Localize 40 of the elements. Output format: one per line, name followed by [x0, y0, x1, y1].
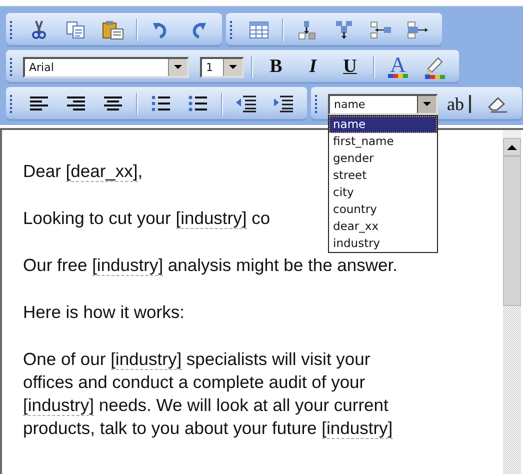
eraser-icon — [487, 95, 509, 113]
clipboard-icon — [102, 20, 124, 40]
font-color-button[interactable]: A — [382, 53, 414, 81]
dropdown-option[interactable]: gender — [329, 150, 437, 166]
insert-column-right-icon — [407, 21, 429, 39]
split-cells-icon — [335, 20, 353, 40]
paragraph: Here is how it works: — [23, 301, 186, 324]
numbered-list-icon — [151, 95, 171, 113]
color-bar-icon — [388, 74, 408, 78]
align-right-icon — [66, 96, 86, 112]
underline-button[interactable]: U — [334, 53, 366, 81]
dropdown-option[interactable]: city — [329, 184, 437, 200]
dropdown-option[interactable]: first_name — [329, 132, 437, 150]
dropdown-option[interactable]: industry — [329, 234, 437, 252]
bold-button[interactable]: B — [260, 53, 292, 81]
dropdown-option[interactable]: name — [329, 116, 437, 132]
vertical-scrollbar[interactable] — [503, 130, 521, 474]
copy-icon — [66, 21, 86, 39]
scroll-up-button[interactable] — [503, 138, 521, 156]
dropdown-option[interactable]: country — [329, 200, 437, 218]
paragraph: Our free [industry] analysis might be the answer. — [23, 254, 398, 277]
dropdown-option[interactable]: street — [329, 166, 437, 184]
outdent-icon — [235, 95, 257, 113]
font-size-dropdown[interactable]: 1 — [200, 56, 244, 78]
align-left-icon — [29, 96, 49, 112]
table-icon — [249, 21, 269, 39]
scroll-thumb[interactable] — [503, 156, 521, 306]
paragraph: One of our [industry] specialists will visit your offices and conduct a complete audit of your [industry] needs. We will look at all your current products, talk to you about your future [industry] — [23, 348, 394, 440]
align-center-icon — [103, 96, 123, 112]
dropdown-option[interactable]: dear_xx — [329, 218, 437, 234]
insert-column-left-icon — [370, 21, 392, 39]
scissors-icon — [31, 20, 47, 40]
italic-button[interactable]: I — [297, 53, 329, 81]
insert-field-button[interactable]: ab — [447, 95, 471, 113]
indent-icon — [272, 95, 294, 113]
font-dropdown[interactable]: Arial — [23, 56, 189, 78]
field-dropdown[interactable]: name — [328, 94, 438, 114]
merge-cells-icon — [298, 20, 316, 40]
bullet-list-icon — [188, 95, 208, 113]
color-bar-icon — [425, 75, 445, 79]
